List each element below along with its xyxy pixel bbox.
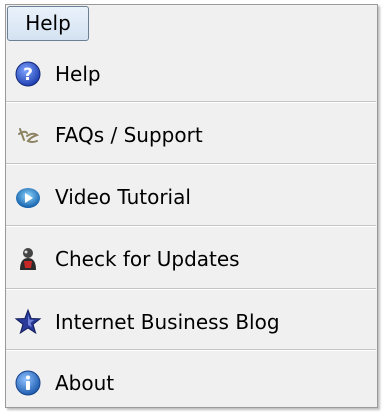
help-circle-icon: ?: [13, 59, 43, 89]
menu-separator: [6, 163, 376, 165]
video-play-icon: [13, 182, 43, 212]
menu-item-label: Internet Business Blog: [55, 310, 280, 334]
update-figure-icon: [13, 244, 43, 274]
star-icon: [13, 307, 43, 337]
menu-separator: [6, 225, 376, 227]
svg-text:?: ?: [23, 65, 33, 85]
support-signature-icon: [13, 120, 43, 150]
menu-item-check-for-updates[interactable]: Check for Updates: [11, 241, 373, 277]
help-menu-window: Help ? Help FAQs / Support Video Tutoria…: [0, 0, 383, 413]
info-icon: [13, 368, 43, 398]
menu-separator: [6, 349, 376, 351]
menu-item-label: FAQs / Support: [55, 123, 203, 147]
menu-separator: [6, 101, 376, 103]
menu-item-about[interactable]: About: [11, 365, 373, 401]
menu-item-label: Check for Updates: [55, 247, 240, 271]
menu-item-internet-business-blog[interactable]: Internet Business Blog: [11, 304, 373, 340]
help-menu-button[interactable]: Help: [7, 6, 89, 41]
menu-item-help[interactable]: ? Help: [11, 56, 373, 92]
menu-item-label: Help: [55, 62, 101, 86]
menu-item-video-tutorial[interactable]: Video Tutorial: [11, 179, 373, 215]
menu-item-label: About: [55, 371, 115, 395]
menu-item-label: Video Tutorial: [55, 185, 191, 209]
menu-separator: [6, 288, 376, 290]
menu-item-faqs-support[interactable]: FAQs / Support: [11, 117, 373, 153]
